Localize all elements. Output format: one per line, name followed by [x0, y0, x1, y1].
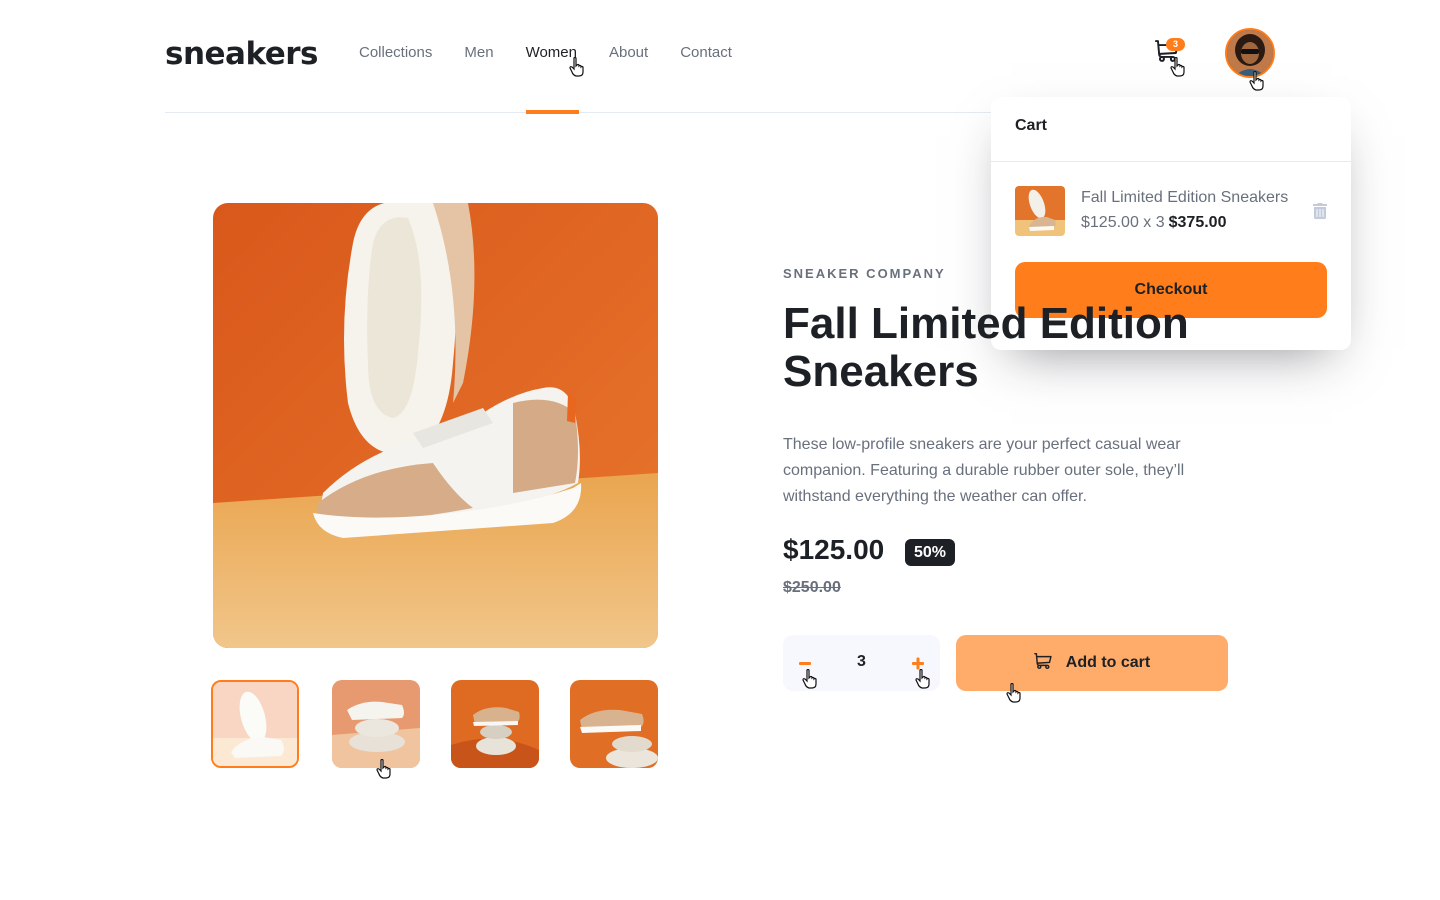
cart-title: Cart — [991, 97, 1351, 162]
company-name: SNEAKER COMPANY — [783, 266, 946, 281]
quantity-stepper: 3 — [783, 635, 940, 691]
cart-item-price: $125.00 x 3 $375.00 — [1081, 214, 1226, 232]
thumbnail-2[interactable] — [332, 680, 420, 768]
product-title: Fall Limited Edition Sneakers — [783, 299, 1189, 396]
nav-men[interactable]: Men — [464, 0, 493, 113]
nav-contact[interactable]: Contact — [680, 0, 732, 113]
product-description: These low-profile sneakers are your perf… — [783, 436, 1185, 505]
cart-item-total: $375.00 — [1168, 214, 1227, 231]
nav-collections[interactable]: Collections — [359, 0, 432, 113]
discount-badge: 50% — [905, 539, 956, 566]
cart-count-badge: 3 — [1166, 38, 1185, 51]
delete-icon[interactable] — [1313, 203, 1327, 219]
user-avatar[interactable] — [1225, 28, 1275, 78]
logo[interactable]: sneakers — [165, 36, 319, 72]
cart-item-name: Fall Limited Edition Sneakers — [1081, 189, 1289, 206]
current-price: $125.00 — [783, 534, 885, 565]
cart-item: Fall Limited Edition Sneakers $125.00 x … — [1015, 186, 1327, 236]
plus-icon[interactable] — [908, 653, 928, 673]
nav-women[interactable]: Women — [525, 0, 580, 114]
thumbnail-4[interactable] — [570, 680, 658, 768]
thumbnail-3[interactable] — [451, 680, 539, 768]
add-to-cart-label: Add to cart — [1065, 654, 1151, 671]
cart-item-thumbnail — [1015, 186, 1065, 236]
thumbnail-1[interactable] — [211, 680, 299, 768]
original-price: $250.00 — [783, 579, 841, 596]
add-to-cart-button[interactable]: Add to cart — [956, 635, 1228, 691]
main-nav: Collections Men Women About Contact — [359, 0, 764, 114]
nav-about[interactable]: About — [609, 0, 648, 113]
main-product-image[interactable] — [213, 203, 658, 648]
cart-icon — [1033, 652, 1052, 674]
cart-item-unit-qty: $125.00 x 3 — [1081, 214, 1165, 231]
